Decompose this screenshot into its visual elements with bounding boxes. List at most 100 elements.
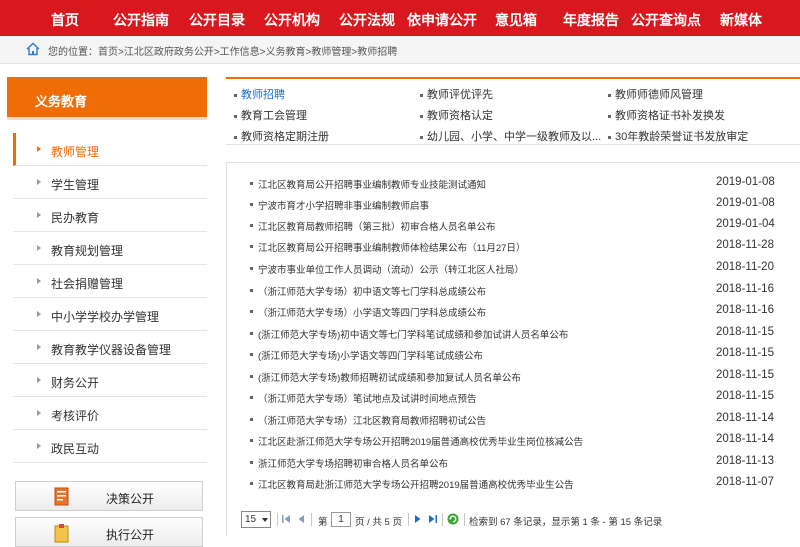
breadcrumb[interactable]: 您的位置：首页>江北区政府政务公开>工作信息>义务教育>教师管理>教师招聘 xyxy=(48,43,397,58)
bullet-icon xyxy=(250,289,253,292)
sidebar-item-donation-management[interactable]: 社会捐赠管理 xyxy=(13,265,207,298)
article-title[interactable]: 宁波市事业单位工作人员调动（流动）公示（转江北区人社局） xyxy=(258,262,524,276)
article-date: 2019-01-04 xyxy=(716,218,775,230)
last-page-icon[interactable] xyxy=(428,514,438,524)
sidebar-item-school-management[interactable]: 中小学学校办学管理 xyxy=(13,298,207,331)
page-number-input[interactable]: 1 xyxy=(331,512,351,527)
arrow-right-icon xyxy=(37,245,41,251)
first-page-icon[interactable] xyxy=(281,514,291,524)
article-title[interactable]: (浙江师范大学专场)小学语文等四门学科笔试成绩公布 xyxy=(258,348,483,362)
sidebar-item-evaluation[interactable]: 考核评价 xyxy=(13,397,207,430)
article-title[interactable]: 江北区教育局公开招聘事业编制教师专业技能测试通知 xyxy=(258,177,486,191)
nav-new-media[interactable]: 新媒体 xyxy=(720,10,762,30)
article-date: 2018-11-15 xyxy=(716,390,774,402)
subcategory-link[interactable]: 教师招聘 xyxy=(234,86,285,102)
previous-page-icon[interactable] xyxy=(296,514,306,524)
sidebar-item-label: 考核评价 xyxy=(51,409,100,423)
subcategory-link[interactable]: 教师师德师风管理 xyxy=(608,86,703,102)
nav-query-points[interactable]: 公开查询点 xyxy=(631,10,701,30)
article-title[interactable]: （浙江师范大学专场）初中语文等七门学科总成绩公布 xyxy=(258,284,486,298)
arrow-right-icon xyxy=(37,212,41,218)
sidebar-item-private-education[interactable]: 民办教育 xyxy=(13,199,207,232)
bullet-icon xyxy=(420,135,423,139)
pagination-summary: 检索到 67 条记录，显示第 1 条 - 第 15 条记录 xyxy=(469,517,663,528)
subcategory-link[interactable]: 幼儿园、小学、中学一级教师及以... xyxy=(420,128,601,144)
article-date: 2018-11-14 xyxy=(716,412,774,424)
article-date: 2018-11-15 xyxy=(716,369,774,381)
list-item[interactable]: （浙江师范大学专场）初中语文等七门学科总成绩公布 2018-11-16 xyxy=(227,280,799,301)
nav-home[interactable]: 首页 xyxy=(51,10,79,30)
subcategory-link[interactable]: 30年教龄荣誉证书发放审定 xyxy=(608,128,748,144)
list-item[interactable]: （浙江师范大学专场）笔试地点及试讲时间地点预告 2018-11-15 xyxy=(227,387,799,408)
bullet-icon xyxy=(250,224,253,227)
sidebar-item-teacher-management[interactable]: 教师管理 xyxy=(13,133,207,166)
bullet-icon xyxy=(250,461,253,464)
article-title[interactable]: 江北区赴浙江师范大学专场公开招聘2019届普通高校优秀毕业生岗位核减公告 xyxy=(258,434,583,448)
nav-guide[interactable]: 公开指南 xyxy=(113,10,169,30)
page-label-prefix: 第 xyxy=(318,517,328,528)
subcategory-link[interactable]: 教师资格定期注册 xyxy=(234,128,329,144)
article-title[interactable]: 江北区教育局赴浙江师范大学专场公开招聘2019届普通高校优秀毕业生公告 xyxy=(258,477,574,491)
sidebar-item-finance[interactable]: 财务公开 xyxy=(13,364,207,397)
arrow-right-icon xyxy=(37,179,41,185)
list-item[interactable]: 浙江师范大学专场招聘初审合格人员名单公布 2018-11-13 xyxy=(227,452,799,473)
sidebar-item-label: 教育规划管理 xyxy=(51,244,124,258)
sidebar-item-equipment-management[interactable]: 教育教学仪器设备管理 xyxy=(13,331,207,364)
nav-regulations[interactable]: 公开法规 xyxy=(339,10,395,30)
nav-agencies[interactable]: 公开机构 xyxy=(264,10,320,30)
page-label-suffix: 页 / 共 5 页 xyxy=(355,517,402,528)
list-item[interactable]: (浙江师范大学专场)教师招聘初试成绩和参加复试人员名单公布 2018-11-15 xyxy=(227,366,799,387)
nav-catalog[interactable]: 公开目录 xyxy=(189,10,245,30)
subcategory-link[interactable]: 教师资格证书补发换发 xyxy=(608,107,725,123)
article-title[interactable]: （浙江师范大学专场）江北区教育局教师招聘初试公告 xyxy=(258,413,486,427)
article-title[interactable]: 宁波市育才小学招聘非事业编制教师启事 xyxy=(258,198,429,212)
subcategory-grid: 教师招聘 教师评优评先 教师师德师风管理 教育工会管理 教师资格认定 教师资格证… xyxy=(226,77,800,145)
nav-annual-report[interactable]: 年度报告 xyxy=(563,10,619,30)
sidebar-item-label: 教师管理 xyxy=(51,145,100,159)
list-item[interactable]: 江北区教育局公开招聘事业编制教师体检结果公布（11月27日） 2018-11-28 xyxy=(227,236,799,257)
list-item[interactable]: 宁波市事业单位工作人员调动（流动）公示（转江北区人社局） 2018-11-20 xyxy=(227,258,799,279)
article-date: 2018-11-20 xyxy=(716,261,774,273)
article-title[interactable]: 江北区教育局教师招聘（第三批）初审合格人员名单公布 xyxy=(258,219,496,233)
list-item[interactable]: （浙江师范大学专场）江北区教育局教师招聘初试公告 2018-11-14 xyxy=(227,409,799,430)
bullet-icon xyxy=(250,439,253,442)
list-item[interactable]: 江北区教育局教师招聘（第三批）初审合格人员名单公布 2019-01-04 xyxy=(227,215,799,236)
execution-disclosure-button[interactable]: 执行公开 xyxy=(15,517,203,547)
article-title[interactable]: （浙江师范大学专场）小学语文等四门学科总成绩公布 xyxy=(258,305,486,319)
article-title[interactable]: 江北区教育局公开招聘事业编制教师体检结果公布（11月27日） xyxy=(258,240,525,254)
subcategory-link[interactable]: 教师资格认定 xyxy=(420,107,493,123)
bullet-icon xyxy=(234,135,237,139)
article-title[interactable]: (浙江师范大学专场)初中语文等七门学科笔试成绩和参加试讲人员名单公布 xyxy=(258,327,568,341)
article-title[interactable]: （浙江师范大学专场）笔试地点及试讲时间地点预告 xyxy=(258,391,477,405)
sidebar-item-label: 中小学学校办学管理 xyxy=(51,310,160,324)
bullet-icon xyxy=(608,114,611,118)
list-item[interactable]: 江北区教育局赴浙江师范大学专场公开招聘2019届普通高校优秀毕业生公告 2018-… xyxy=(227,473,799,494)
list-item[interactable]: 宁波市育才小学招聘非事业编制教师启事 2019-01-08 xyxy=(227,194,799,215)
bullet-icon xyxy=(608,93,611,97)
list-item[interactable]: (浙江师范大学专场)小学语文等四门学科笔试成绩公布 2018-11-15 xyxy=(227,344,799,365)
article-title[interactable]: (浙江师范大学专场)教师招聘初试成绩和参加复试人员名单公布 xyxy=(258,370,521,384)
nav-feedback[interactable]: 意见箱 xyxy=(495,10,537,30)
article-list: 江北区教育局公开招聘事业编制教师专业技能测试通知 2019-01-08 宁波市育才… xyxy=(226,162,800,536)
bullet-icon xyxy=(250,182,253,185)
refresh-icon[interactable] xyxy=(447,513,459,525)
next-page-icon[interactable] xyxy=(413,514,423,524)
list-item[interactable]: (浙江师范大学专场)初中语文等七门学科笔试成绩和参加试讲人员名单公布 2018-1… xyxy=(227,323,799,344)
sidebar-item-interaction[interactable]: 政民互动 xyxy=(13,430,207,463)
sidebar-item-student-management[interactable]: 学生管理 xyxy=(13,166,207,199)
bullet-icon xyxy=(250,396,253,399)
decision-disclosure-button[interactable]: 决策公开 xyxy=(15,481,203,511)
divider xyxy=(464,513,465,526)
subcategory-link[interactable]: 教育工会管理 xyxy=(234,107,307,123)
sidebar-item-label: 民办教育 xyxy=(51,211,100,225)
subcategory-link[interactable]: 教师评优评先 xyxy=(420,86,493,102)
page-size-select[interactable]: 15 xyxy=(241,511,271,528)
nav-request[interactable]: 依申请公开 xyxy=(407,10,477,30)
bullet-icon xyxy=(234,114,237,118)
article-title[interactable]: 浙江师范大学专场招聘初审合格人员名单公布 xyxy=(258,456,448,470)
sidebar-item-education-planning[interactable]: 教育规划管理 xyxy=(13,232,207,265)
list-item[interactable]: 江北区教育局公开招聘事业编制教师专业技能测试通知 2019-01-08 xyxy=(227,173,799,194)
list-item[interactable]: 江北区赴浙江师范大学专场公开招聘2019届普通高校优秀毕业生岗位核减公告 2018… xyxy=(227,430,799,451)
home-icon[interactable] xyxy=(26,42,40,56)
list-item[interactable]: （浙江师范大学专场）小学语文等四门学科总成绩公布 2018-11-16 xyxy=(227,301,799,322)
